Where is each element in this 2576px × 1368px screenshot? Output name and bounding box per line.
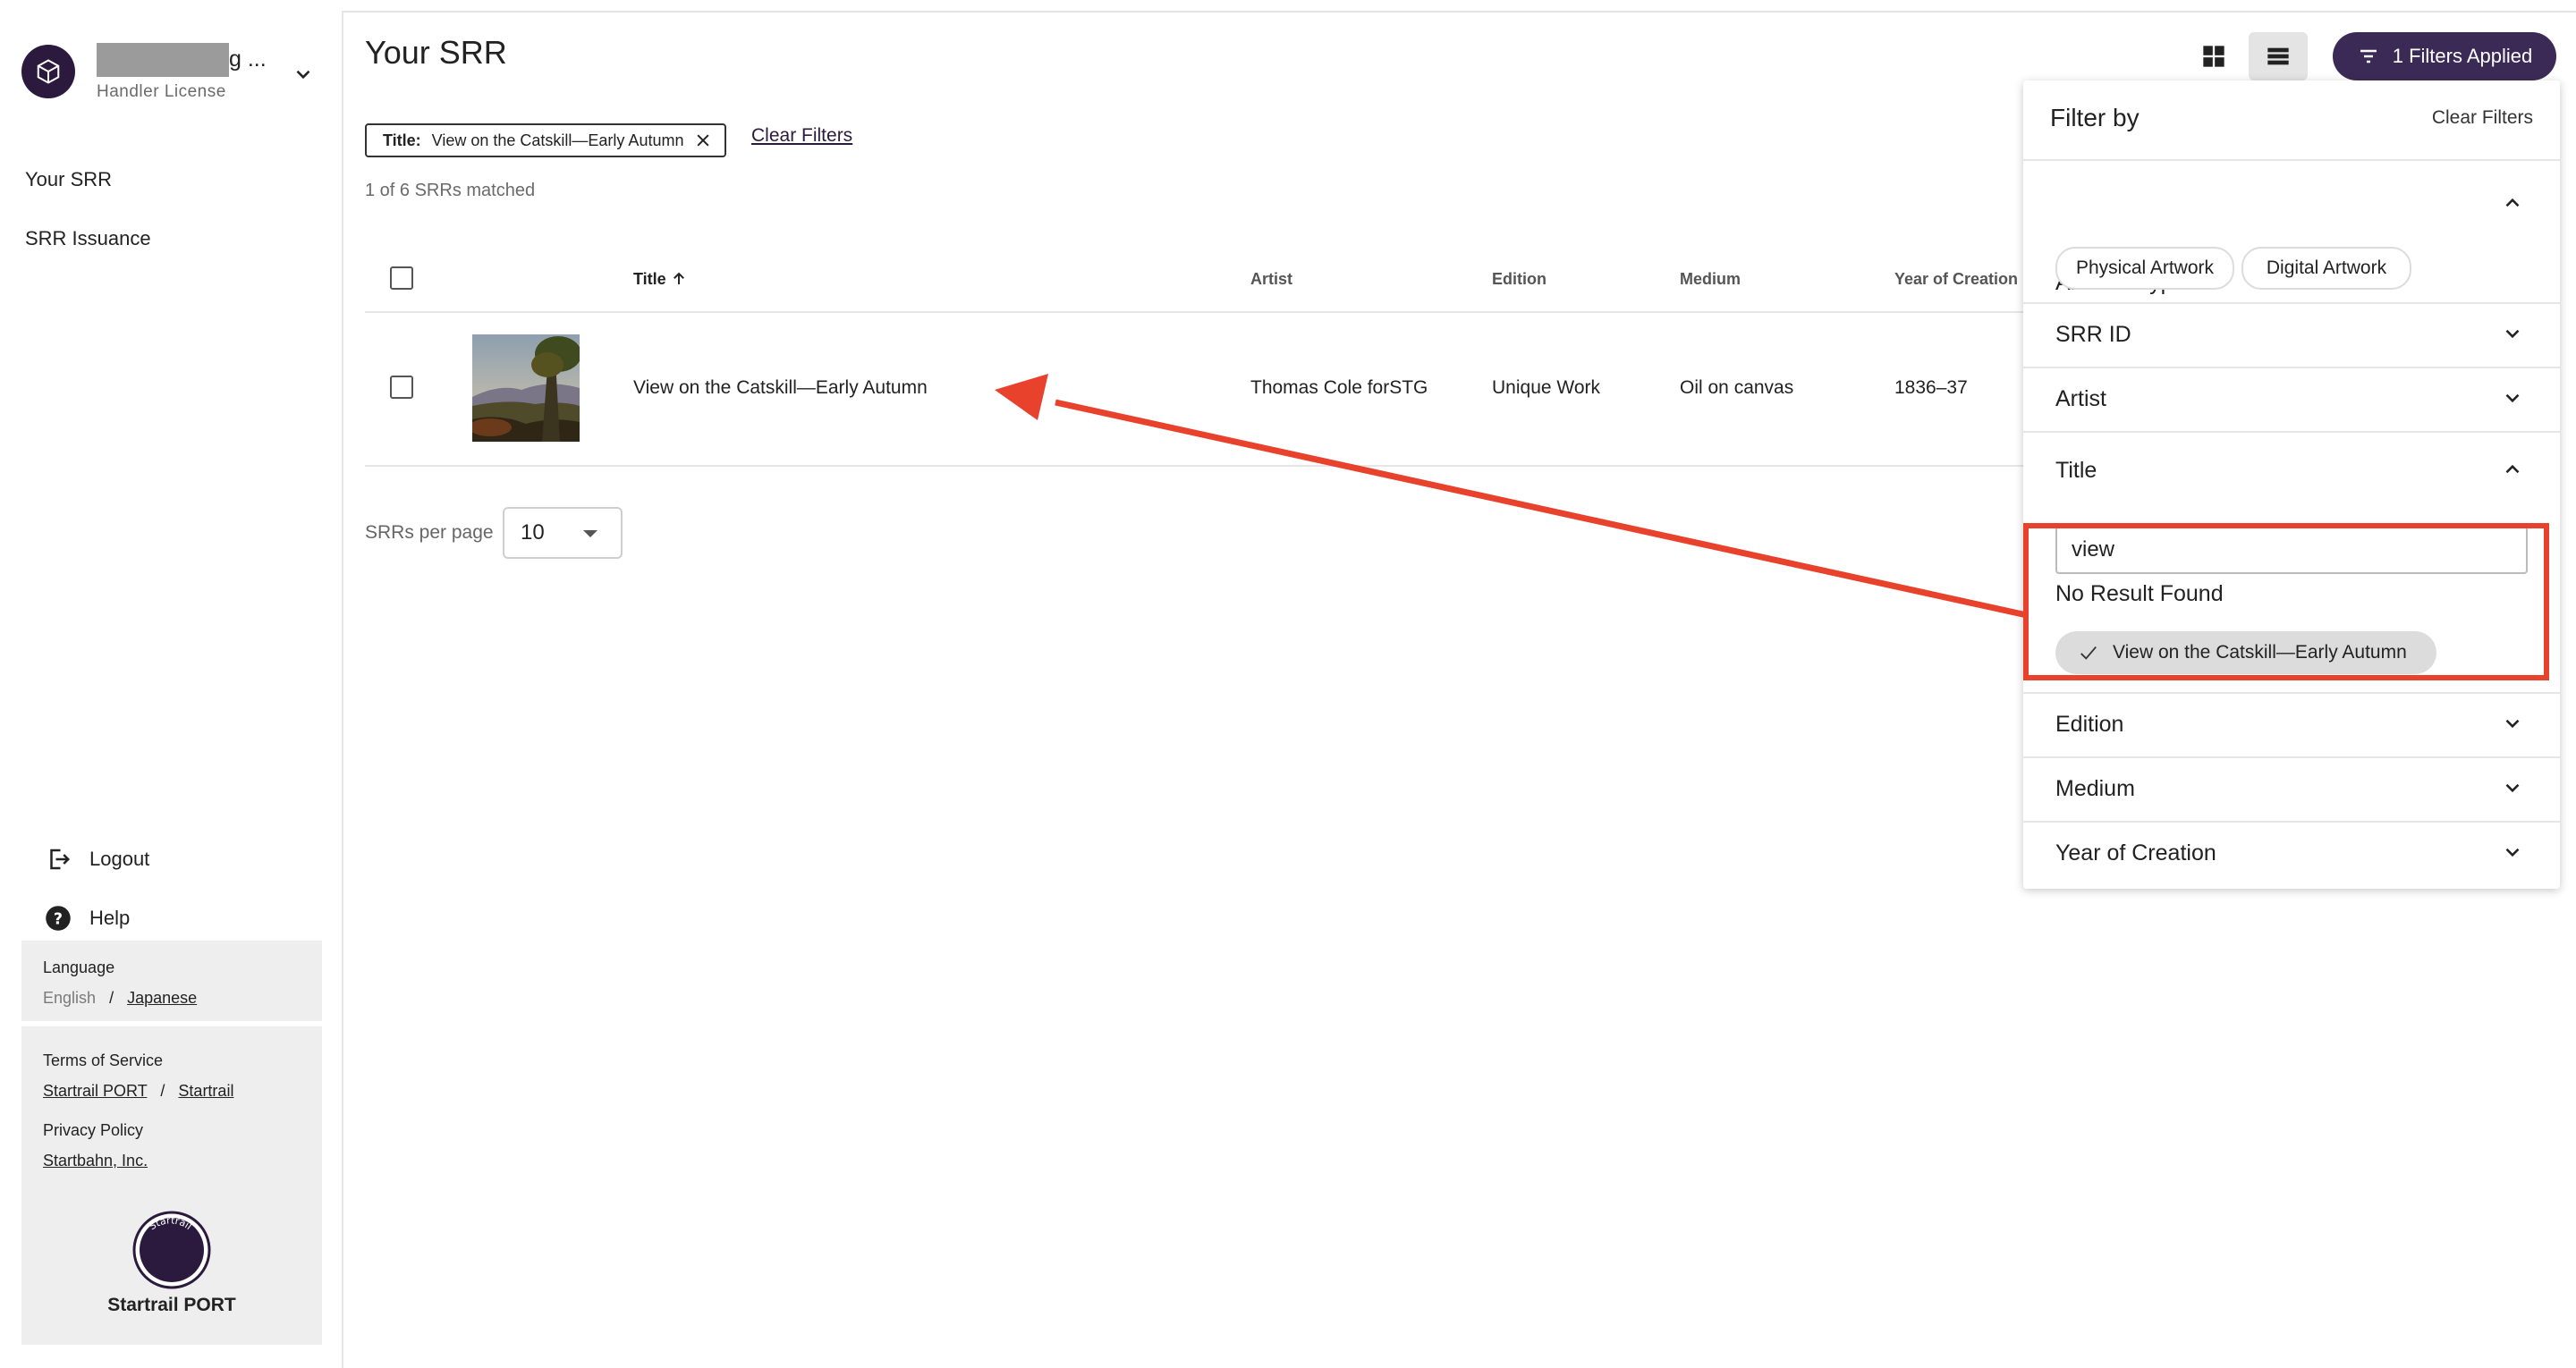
filter-section-year[interactable]: Year of Creation (2023, 823, 2560, 887)
table-row[interactable]: View on the Catskill—Early Autumn Thomas… (365, 313, 2029, 467)
help-button[interactable]: ? Help (45, 905, 130, 932)
top-border (0, 0, 2576, 13)
terms-startrail-port-link[interactable]: Startrail PORT (43, 1082, 147, 1100)
filter-section-artist[interactable]: Artist (2023, 368, 2560, 433)
list-view-icon (2267, 47, 2289, 65)
filter-section-edition[interactable]: Edition (2023, 694, 2560, 758)
selected-title-label: View on the Catskill—Early Autumn (2113, 642, 2407, 663)
active-filter-chip: Title: View on the Catskill—Early Autumn (365, 123, 727, 157)
row-medium: Oil on canvas (1680, 377, 1794, 398)
legal-box: Terms of Service Startrail PORT / Startr… (21, 1026, 322, 1345)
no-result-text: No Result Found (2055, 581, 2224, 606)
privacy-startbahn-link[interactable]: Startbahn, Inc. (43, 1152, 148, 1170)
per-page-select[interactable]: 10 (503, 507, 623, 559)
remove-filter-close-icon[interactable] (694, 131, 712, 149)
grid-view-button[interactable] (2184, 32, 2243, 80)
grid-view-icon (2203, 46, 2224, 67)
logout-icon (50, 849, 71, 870)
filter-panel: Filter by Clear Filters Artwork Type Phy… (2023, 80, 2560, 889)
help-label: Help (89, 907, 131, 929)
account-menu-chevron-icon[interactable] (292, 63, 315, 90)
terms-startrail-link[interactable]: Startrail (178, 1082, 233, 1100)
table-header: Title Artist Edition Medium Year of Crea… (365, 252, 2029, 313)
terms-title: Terms of Service (43, 1051, 164, 1069)
artwork-type-physical-chip[interactable]: Physical Artwork (2055, 247, 2234, 290)
language-separator: / (109, 989, 114, 1007)
list-view-button[interactable] (2249, 32, 2308, 80)
selected-title-chip[interactable]: View on the Catskill—Early Autumn (2055, 631, 2436, 674)
filter-panel-title: Filter by (2050, 104, 2140, 131)
logout-button[interactable]: Logout (45, 846, 149, 873)
per-page-label: SRRs per page (365, 522, 494, 543)
account-license: Handler License (97, 82, 226, 101)
row-title[interactable]: View on the Catskill—Early Autumn (633, 377, 928, 399)
terms-links: Startrail PORT / Startrail (43, 1082, 233, 1101)
redacted-account-name (97, 43, 229, 77)
account-avatar[interactable] (21, 45, 75, 98)
logout-label: Logout (89, 848, 150, 870)
help-icon: ? (46, 906, 71, 931)
column-edition[interactable]: Edition (1492, 270, 1546, 289)
column-artist[interactable]: Artist (1250, 270, 1292, 289)
filter-section-year-label: Year of Creation (2055, 840, 2216, 866)
cube-icon (37, 59, 60, 84)
filter-section-srr-id-label: SRR ID (2055, 322, 2131, 347)
active-filter-value: View on the Catskill—Early Autumn (431, 131, 684, 149)
sidebar-item-srr-issuance[interactable]: SRR Issuance (25, 227, 151, 250)
svg-text:?: ? (54, 910, 63, 928)
filter-section-medium-label: Medium (2055, 776, 2135, 801)
filter-section-artist-label: Artist (2055, 386, 2106, 411)
chevron-down-icon (2501, 386, 2524, 414)
select-all-checkbox[interactable] (390, 266, 413, 290)
chevron-down-icon (2501, 840, 2524, 868)
filters-applied-label: 1 Filters Applied (2392, 45, 2533, 67)
chevron-down-icon (2501, 712, 2524, 739)
filter-panel-clear-button[interactable]: Clear Filters (2432, 107, 2533, 129)
title-search-input[interactable] (2055, 526, 2528, 574)
filter-section-edition-label: Edition (2055, 712, 2124, 737)
row-year: 1836–37 (1894, 377, 1968, 398)
column-year[interactable]: Year of Creation (1894, 270, 2018, 289)
sort-ascending-icon (673, 272, 684, 284)
column-medium[interactable]: Medium (1680, 270, 1741, 289)
row-checkbox[interactable] (390, 376, 413, 399)
filter-icon (2360, 49, 2377, 63)
language-title: Language (43, 958, 115, 976)
filter-panel-header: Filter by Clear Filters (2023, 80, 2560, 161)
chevron-up-icon[interactable] (2501, 191, 2524, 219)
clear-filters-link[interactable]: Clear Filters (751, 125, 852, 147)
row-edition: Unique Work (1492, 377, 1600, 398)
per-page-value: 10 (521, 520, 545, 545)
chevron-down-icon (2501, 776, 2524, 804)
sidebar-item-your-srr[interactable]: Your SRR (25, 168, 112, 191)
language-english[interactable]: English (43, 989, 96, 1007)
artwork-type-digital-chip[interactable]: Digital Artwork (2241, 247, 2411, 290)
filter-section-medium[interactable]: Medium (2023, 758, 2560, 823)
language-options: English / Japanese (43, 989, 197, 1008)
artwork-thumbnail[interactable] (472, 334, 580, 442)
filter-section-srr-id[interactable]: SRR ID (2023, 304, 2560, 368)
active-filter-label: Title: (383, 131, 421, 149)
chevron-down-icon (2501, 322, 2524, 350)
terms-separator: / (160, 1082, 165, 1100)
privacy-title: Privacy Policy (43, 1121, 144, 1139)
startrail-logo: Startrail (132, 1211, 211, 1294)
chevron-up-icon[interactable] (2501, 458, 2524, 486)
check-icon (2080, 646, 2097, 660)
language-box: Language English / Japanese (21, 941, 322, 1021)
language-japanese-link[interactable]: Japanese (127, 989, 197, 1007)
dropdown-caret-icon (583, 530, 597, 537)
filter-section-title-label[interactable]: Title (2055, 458, 2097, 484)
page-title: Your SRR (365, 34, 507, 71)
row-artist: Thomas Cole forSTG (1250, 377, 1428, 398)
match-count: 1 of 6 SRRs matched (365, 181, 536, 200)
brand-name: Startrail PORT (107, 1295, 236, 1315)
account-name: g ... (229, 46, 267, 72)
filters-applied-button[interactable]: 1 Filters Applied (2333, 32, 2556, 80)
column-title[interactable]: Title (633, 270, 687, 289)
